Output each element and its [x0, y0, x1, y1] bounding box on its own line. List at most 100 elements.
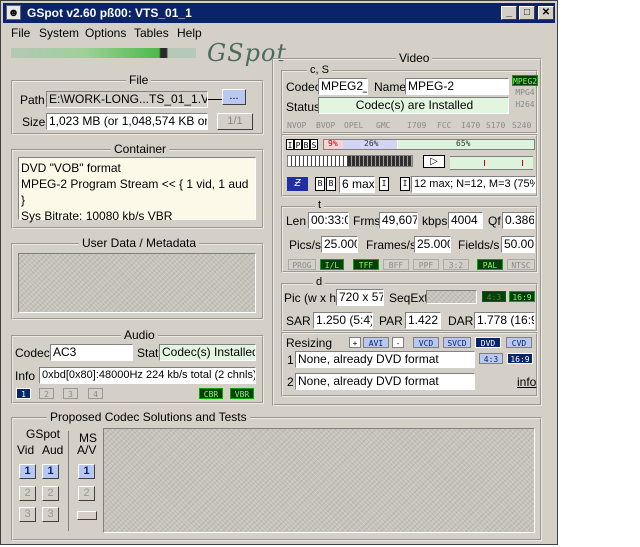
i470-tag: I470	[461, 121, 481, 130]
prog-tag: PROG	[288, 259, 316, 270]
video-codec-field: MPEG2_	[318, 78, 368, 95]
fcc-tag: FCC	[437, 121, 452, 130]
title-bar[interactable]: ☻ GSpot v2.60 pß00: VTS_01_1 _ □ ✕	[3, 3, 555, 23]
ntsc-tag: NTSC	[507, 259, 535, 270]
resizing-label: Resizing	[286, 336, 333, 350]
resize-svcd-button[interactable]: SVCD	[443, 337, 471, 348]
audio-info-field: 0xbd[0x80]:48000Hz 224 kb/s total (2 chn…	[39, 367, 256, 384]
gspot-vid-2[interactable]: 2	[19, 486, 36, 501]
frame-type-p: P	[294, 139, 302, 150]
app-icon[interactable]: ☻	[6, 5, 21, 20]
ppf-tag: PPF	[413, 259, 439, 270]
path-connector	[208, 99, 222, 100]
gspot-aud-2[interactable]: 2	[42, 486, 59, 501]
frames-field: 25.000	[414, 236, 451, 253]
h264-tag: H264	[515, 100, 535, 109]
resize-43-tag[interactable]: 4:3	[479, 353, 503, 364]
userdata-box	[18, 253, 256, 313]
video-codec-label: Codec	[286, 80, 321, 94]
resize-dvd-button[interactable]: DVD	[475, 337, 501, 348]
frms-label: Frms	[353, 214, 381, 228]
menu-help[interactable]: Help	[177, 26, 202, 40]
seqext-43-tag: 4:3	[482, 291, 506, 302]
video-name-label: Name	[374, 80, 407, 94]
ms-av-2[interactable]: 2	[78, 486, 95, 501]
browse-button[interactable]: ...	[222, 89, 246, 105]
resize-line-1-num: 1	[287, 353, 294, 367]
userdata-legend: User Data / Metadata	[79, 236, 200, 250]
frms-field: 49,607	[379, 212, 418, 229]
size-field: 1,023 MB (or 1,048,574 KB or 1,0	[46, 113, 208, 130]
b-frame-icon: B	[315, 177, 325, 191]
info-link[interactable]: info	[517, 375, 536, 389]
pics-field: 25.000	[321, 236, 358, 253]
gspot-aud-1[interactable]: 1	[42, 464, 59, 479]
pic-label: Pic (w x h)	[284, 291, 341, 305]
qf-field: 0.386	[502, 212, 535, 229]
audio-stream-2[interactable]: 2	[39, 388, 54, 399]
gmc-tag: GMC	[376, 121, 391, 130]
pct-b: 65%	[456, 139, 471, 148]
len-field: 00:33:0	[308, 212, 349, 229]
resize-169-tag[interactable]: 16:9	[507, 353, 533, 364]
ms-av-1[interactable]: 1	[78, 464, 95, 479]
gspot-aud-3[interactable]: 3	[42, 507, 59, 522]
resize-cvd-button[interactable]: CVD	[506, 337, 532, 348]
cs-legend: c, S	[307, 64, 332, 76]
dar-label: DAR	[448, 314, 474, 328]
proposed-legend: Proposed Codec Solutions and Tests	[47, 410, 250, 424]
gop-i-icon-2: I	[400, 177, 410, 191]
il-tag: I/L	[320, 259, 344, 270]
menu-system[interactable]: System	[39, 26, 79, 40]
bframes-max-field: 6 max	[339, 176, 375, 193]
pct-i: 9%	[328, 139, 338, 148]
dims-legend: d	[313, 276, 326, 288]
audio-stream-4[interactable]: 4	[88, 388, 103, 399]
frame-type-b: B	[302, 139, 310, 150]
resize-line-2-num: 2	[287, 375, 294, 389]
page-indicator[interactable]: 1/1	[217, 113, 253, 130]
pic-field: 720 x 57	[336, 289, 384, 306]
menu-tables[interactable]: Tables	[134, 26, 169, 40]
seqext-field	[426, 290, 477, 304]
menu-file[interactable]: File	[11, 26, 30, 40]
gop-timeline	[450, 156, 533, 170]
vbr-tag: VBR	[230, 388, 254, 399]
resize-vcd-button[interactable]: VCD	[413, 337, 439, 348]
frames-label: Frames/s	[366, 238, 417, 252]
resize-line-1-field: None, already DVD format	[295, 351, 475, 368]
proposed-divider	[68, 431, 69, 531]
s240-tag: S240	[512, 121, 532, 130]
audio-legend: Audio	[121, 328, 158, 342]
menu-options[interactable]: Options	[85, 26, 126, 40]
nvop-tag: NVOP	[287, 121, 307, 130]
gspot-vid-3[interactable]: 3	[19, 507, 36, 522]
bvop-tag: BVOP	[316, 121, 336, 130]
path-field[interactable]: E:\WORK-LONG...TS_01_1.VOB	[46, 91, 208, 108]
opel-tag: OPEL	[344, 121, 364, 130]
close-button[interactable]: ✕	[538, 6, 554, 20]
audio-stream-1[interactable]: 1	[16, 388, 31, 399]
video-legend: Video	[396, 51, 433, 65]
resize-avi-button[interactable]: AVI	[363, 337, 389, 348]
fields-field: 50.00	[501, 236, 535, 253]
gop-i-icon-1: I	[379, 177, 389, 191]
container-line: DVD "VOB" format	[21, 161, 121, 175]
audio-stream-3[interactable]: 3	[63, 388, 78, 399]
kbps-label: kbps	[422, 214, 448, 228]
timing-legend: t	[315, 199, 325, 211]
dar-field: 1.778 (16:9)	[474, 312, 535, 329]
resize-minus-button[interactable]: -	[392, 337, 404, 348]
pct-p: 26%	[364, 139, 379, 148]
ms-av-blank-button[interactable]	[77, 511, 97, 520]
sar-label: SAR	[286, 314, 311, 328]
seqext-label: SeqExt	[389, 291, 428, 305]
minimize-button[interactable]: _	[501, 6, 517, 20]
i709-tag: I709	[407, 121, 427, 130]
gspot-vid-1[interactable]: 1	[19, 464, 36, 479]
pal-tag: PAL	[477, 259, 503, 270]
resize-plus-button[interactable]: +	[349, 337, 361, 348]
cbr-tag: CBR	[199, 388, 223, 399]
maximize-button[interactable]: □	[519, 6, 535, 20]
video-status-label: Status	[286, 100, 321, 114]
